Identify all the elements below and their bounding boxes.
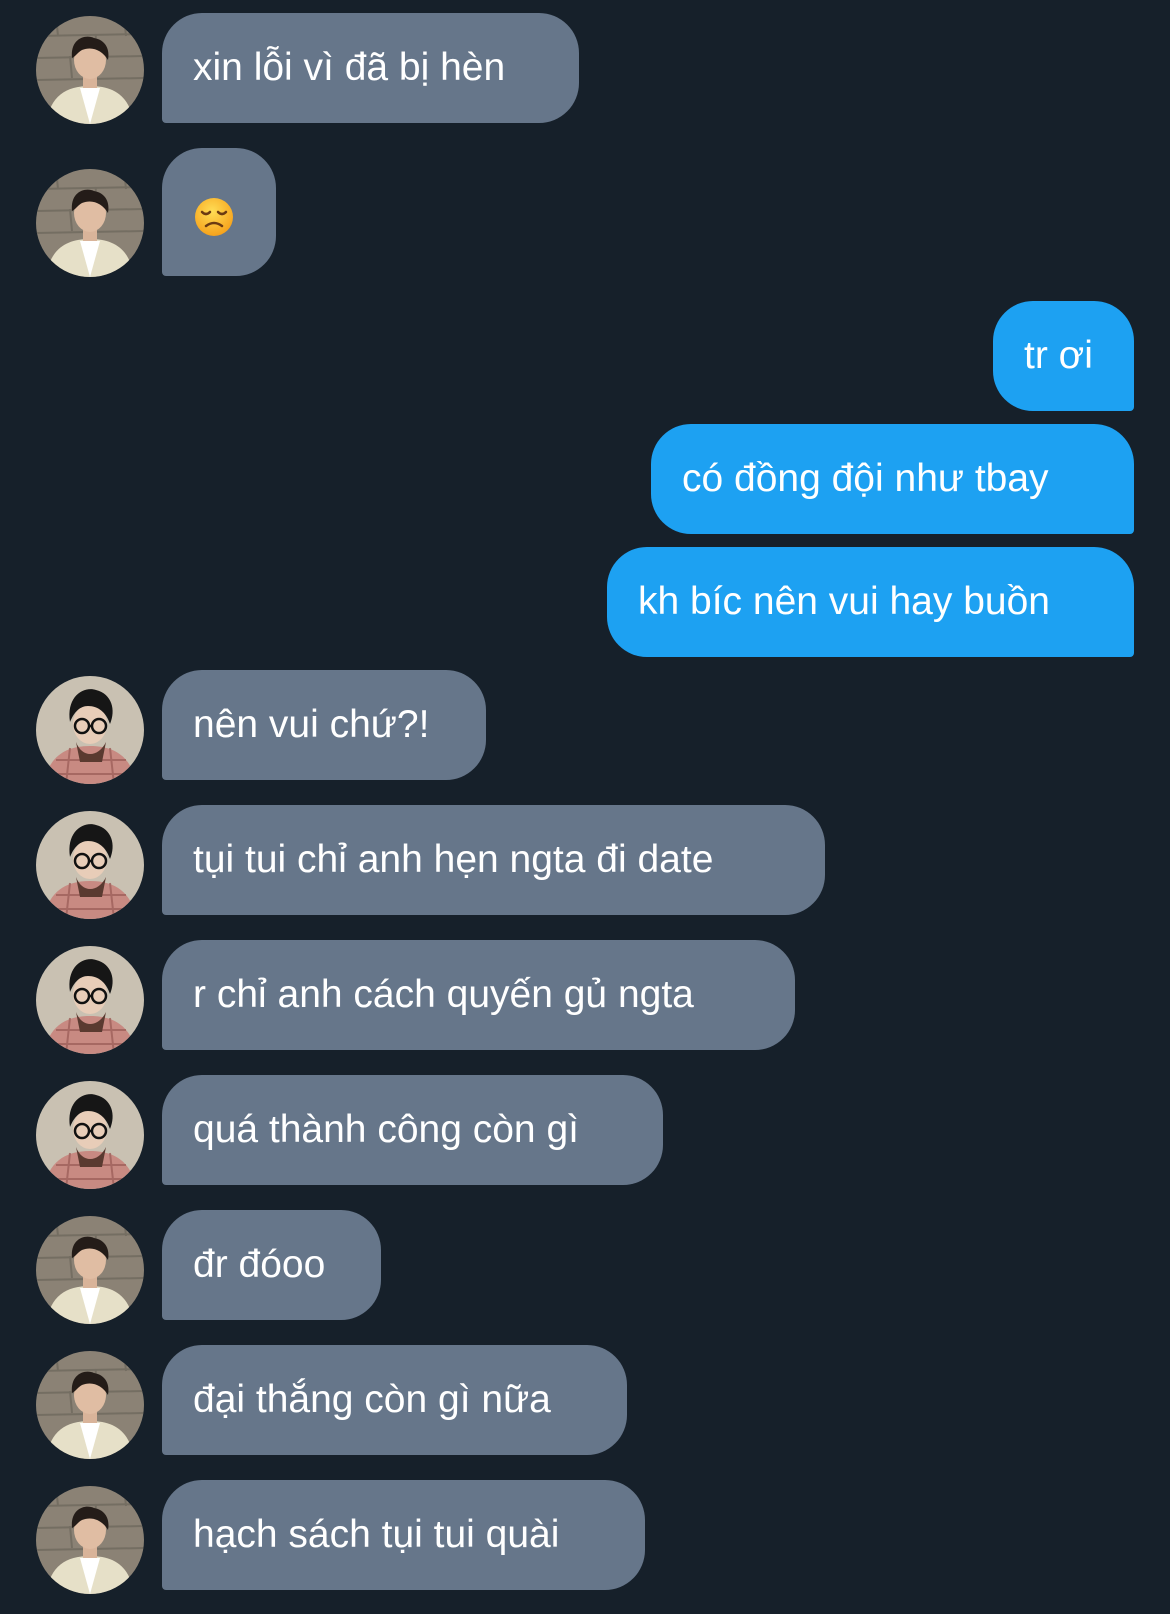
message-text: hạch sách tụi tui quài: [193, 1513, 560, 1556]
disappointed-face-icon: [195, 198, 233, 236]
avatar[interactable]: [36, 1216, 144, 1324]
avatar[interactable]: [36, 169, 144, 277]
profile-photo-icon: [36, 676, 144, 784]
profile-photo-icon: [36, 811, 144, 919]
message-bubble[interactable]: kh bíc nên vui hay buồn: [607, 547, 1134, 657]
message-bubble[interactable]: đr đóoo: [162, 1210, 381, 1320]
message-bubble[interactable]: r chỉ anh cách quyến gủ ngta: [162, 940, 795, 1050]
message-bubble[interactable]: nên vui chứ?!: [162, 670, 486, 780]
message-bubble[interactable]: đại thắng còn gì nữa: [162, 1345, 627, 1455]
profile-photo-icon: [36, 1216, 144, 1324]
profile-photo-icon: [36, 946, 144, 1054]
message-text: nên vui chứ?!: [193, 703, 430, 746]
profile-photo-icon: [36, 1486, 144, 1594]
message-text: đại thắng còn gì nữa: [193, 1378, 551, 1421]
message-text: tr ơi: [1024, 334, 1093, 377]
message-bubble[interactable]: tụi tui chỉ anh hẹn ngta đi date: [162, 805, 825, 915]
message-bubble[interactable]: hạch sách tụi tui quài: [162, 1480, 645, 1590]
profile-photo-icon: [36, 16, 144, 124]
avatar[interactable]: [36, 16, 144, 124]
avatar[interactable]: [36, 1486, 144, 1594]
avatar[interactable]: [36, 946, 144, 1054]
profile-photo-icon: [36, 169, 144, 277]
message-bubble[interactable]: tr ơi: [993, 301, 1134, 411]
message-bubble[interactable]: quá thành công còn gì: [162, 1075, 663, 1185]
message-text: xin lỗi vì đã bị hèn: [193, 46, 506, 89]
message-bubble[interactable]: [162, 148, 276, 276]
avatar[interactable]: [36, 1351, 144, 1459]
profile-photo-icon: [36, 1081, 144, 1189]
avatar[interactable]: [36, 676, 144, 784]
message-bubble[interactable]: có đồng đội như tbay: [651, 424, 1134, 534]
message-text: có đồng đội như tbay: [682, 457, 1049, 500]
message-text: kh bíc nên vui hay buồn: [638, 580, 1050, 623]
profile-photo-icon: [36, 1351, 144, 1459]
avatar[interactable]: [36, 1081, 144, 1189]
message-text: quá thành công còn gì: [193, 1108, 579, 1151]
avatar[interactable]: [36, 811, 144, 919]
message-text: đr đóoo: [193, 1243, 326, 1286]
message-text: tụi tui chỉ anh hẹn ngta đi date: [193, 838, 714, 881]
message-text: r chỉ anh cách quyến gủ ngta: [193, 973, 694, 1016]
message-bubble[interactable]: xin lỗi vì đã bị hèn: [162, 13, 579, 123]
